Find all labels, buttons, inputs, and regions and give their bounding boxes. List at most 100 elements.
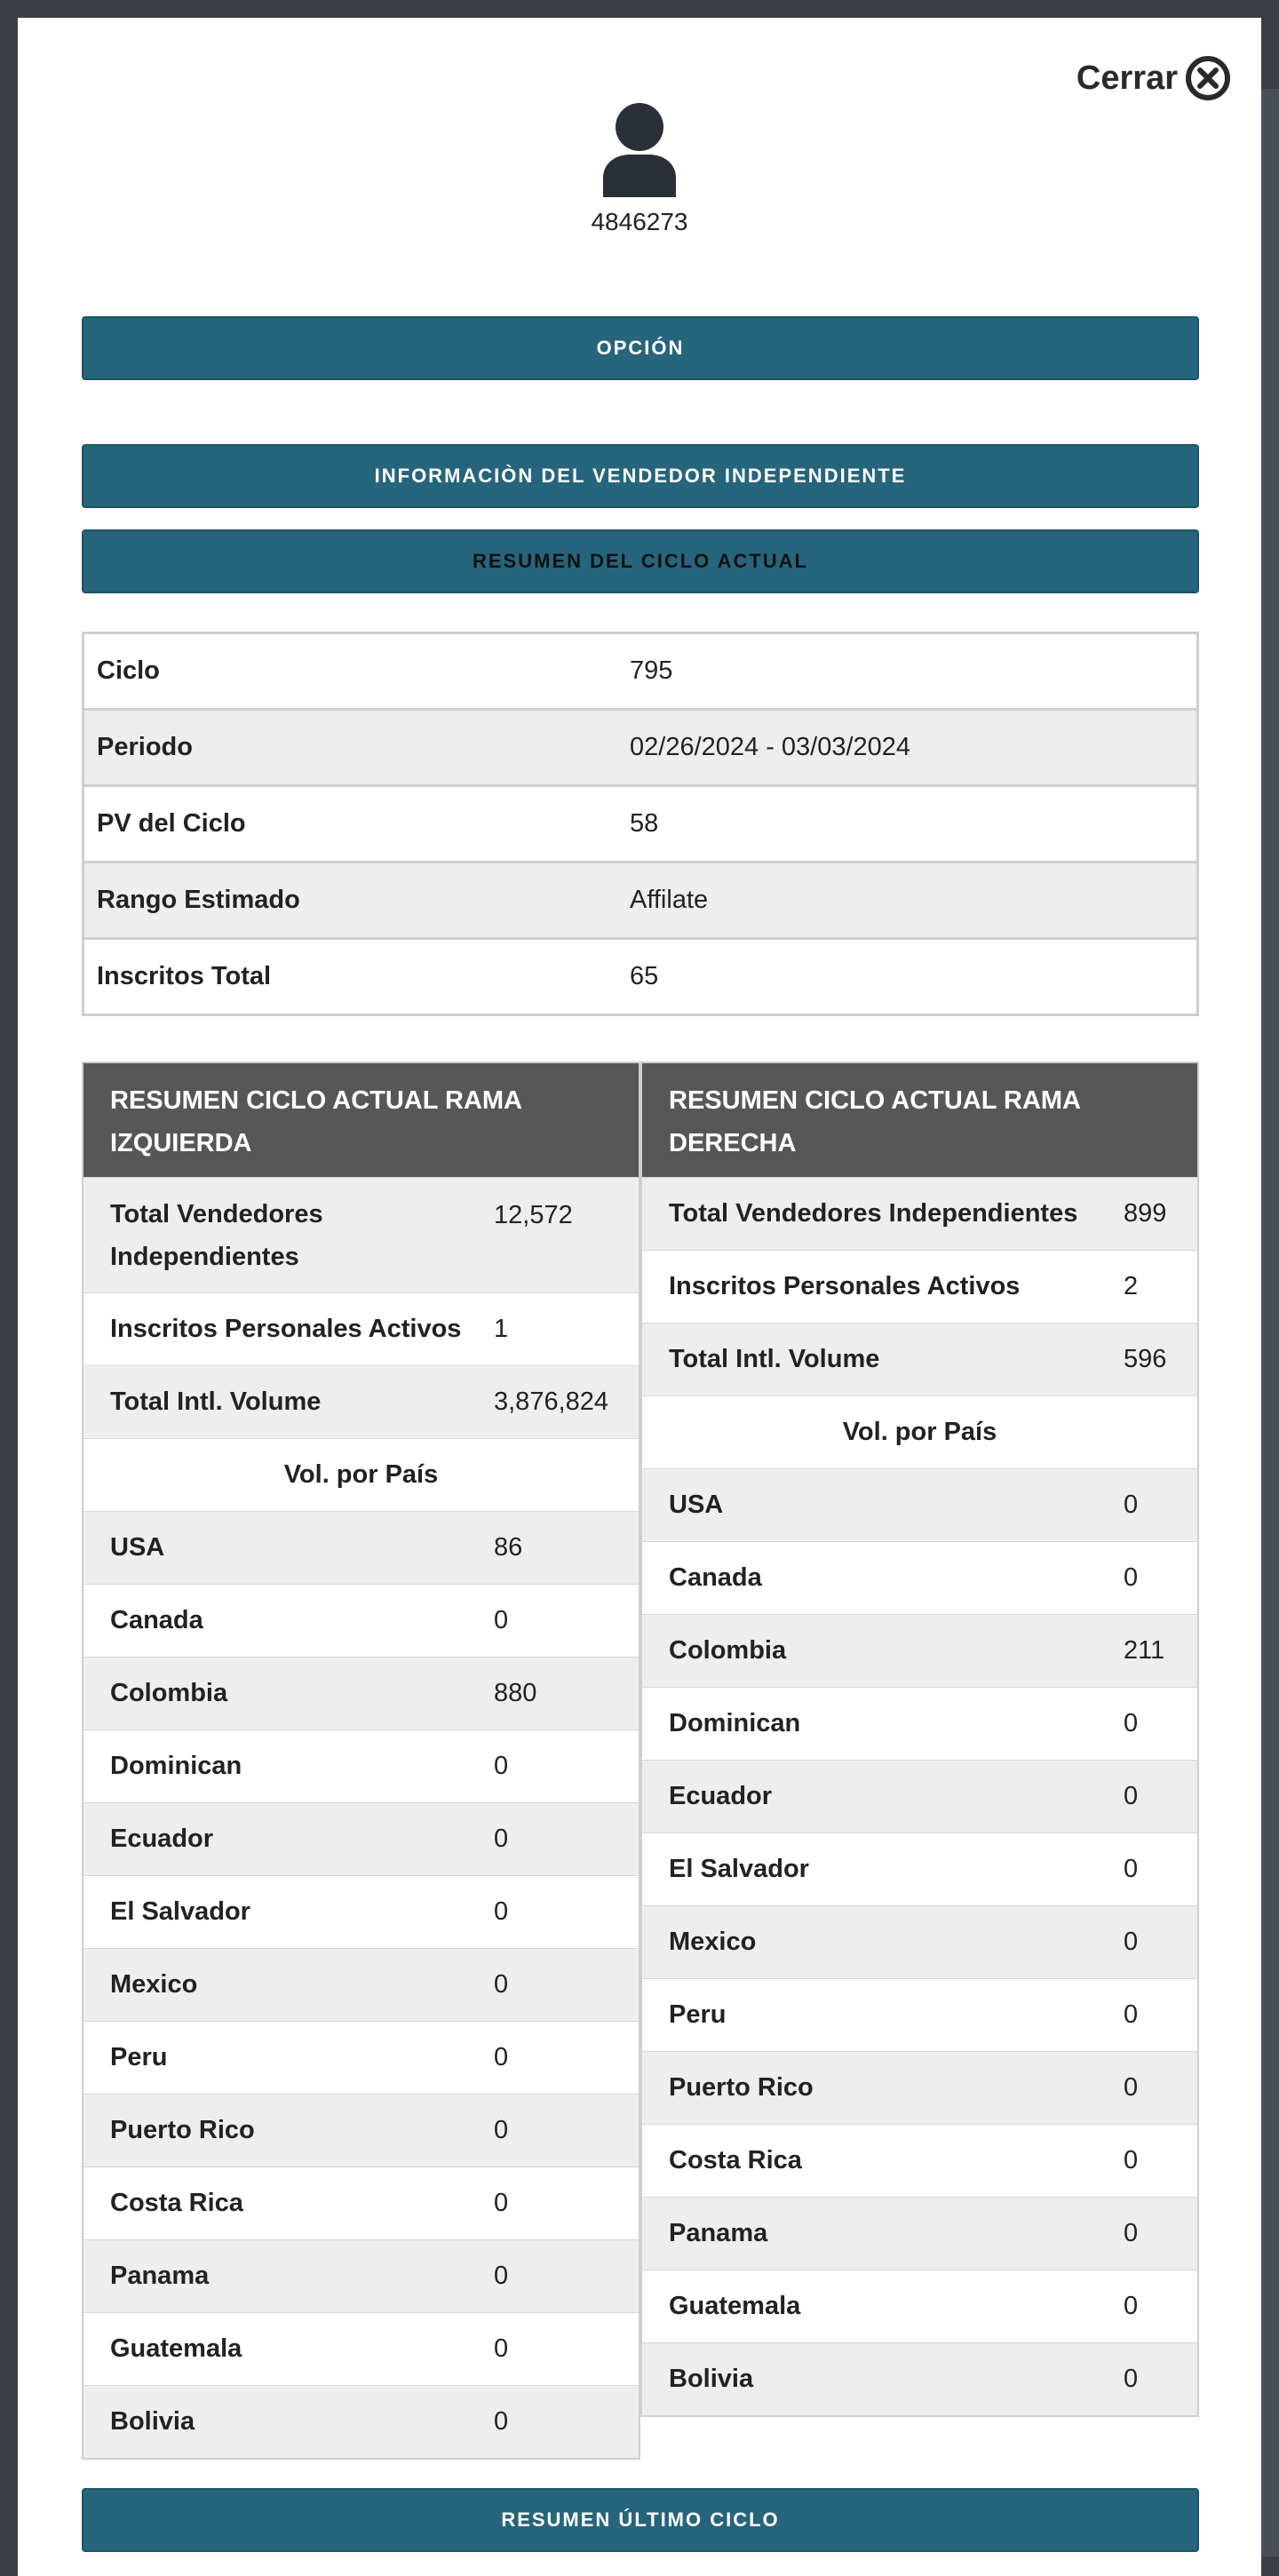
summary-label: Inscritos Total bbox=[97, 962, 272, 990]
country-name: Puerto Rico bbox=[669, 2073, 814, 2102]
summary-value: 58 bbox=[630, 809, 659, 838]
table-row: Total Vendedores Independientes 899 bbox=[642, 1177, 1197, 1250]
summary-label: Ciclo bbox=[97, 656, 160, 685]
vol-by-country-heading: Vol. por País bbox=[83, 1438, 639, 1511]
country-value: 0 bbox=[1124, 2146, 1139, 2174]
country-name: Bolivia bbox=[110, 2407, 195, 2436]
country-name: Costa Rica bbox=[669, 2146, 802, 2174]
table-row: Costa Rica 0 bbox=[83, 2167, 639, 2239]
country-value: 0 bbox=[1124, 1928, 1139, 1956]
table-row: Costa Rica 0 bbox=[642, 2124, 1197, 2197]
row-value: 1 bbox=[494, 1315, 509, 1343]
country-name: Canada bbox=[669, 1563, 762, 1592]
table-row: Panama 0 bbox=[642, 2197, 1197, 2270]
user-avatar-icon bbox=[603, 103, 676, 197]
summary-row-enrolled: Inscritos Total 65 bbox=[84, 940, 1196, 1014]
country-name: Mexico bbox=[110, 1970, 198, 1999]
country-name: El Salvador bbox=[110, 1897, 250, 1926]
country-value: 0 bbox=[494, 1970, 509, 1999]
summary-label: Rango Estimado bbox=[97, 886, 300, 914]
table-row: Canada 0 bbox=[642, 1541, 1197, 1614]
country-name: USA bbox=[110, 1533, 165, 1562]
table-row: Panama 0 bbox=[83, 2239, 639, 2312]
current-cycle-summary-table: Ciclo 795 Periodo 02/26/2024 - 03/03/202… bbox=[82, 632, 1199, 1016]
row-label: Inscritos Personales Activos bbox=[110, 1315, 462, 1343]
table-row: Guatemala 0 bbox=[83, 2312, 639, 2385]
country-name: Guatemala bbox=[110, 2334, 242, 2363]
country-name: Canada bbox=[110, 1606, 203, 1634]
current-cycle-summary-button[interactable]: RESUMEN DEL CICLO ACTUAL bbox=[82, 529, 1199, 593]
table-row: Total Intl. Volume 3,876,824 bbox=[83, 1365, 639, 1438]
country-value: 0 bbox=[494, 1825, 509, 1853]
row-value: 2 bbox=[1124, 1272, 1139, 1300]
country-value: 0 bbox=[1124, 2365, 1139, 2393]
backdrop-strip bbox=[1261, 89, 1279, 2556]
table-row: Guatemala 0 bbox=[642, 2270, 1197, 2342]
table-row: Puerto Rico 0 bbox=[642, 2051, 1197, 2124]
country-name: Dominican bbox=[669, 1709, 801, 1737]
table-row: Bolivia 0 bbox=[83, 2385, 639, 2458]
summary-value: 795 bbox=[630, 656, 673, 685]
table-row: Dominican 0 bbox=[83, 1729, 639, 1802]
country-name: Ecuador bbox=[669, 1782, 773, 1810]
country-value: 86 bbox=[494, 1533, 523, 1562]
country-value: 0 bbox=[494, 1752, 509, 1780]
country-value: 0 bbox=[1124, 1855, 1139, 1883]
row-value: 596 bbox=[1124, 1345, 1167, 1373]
table-row: USA 0 bbox=[642, 1468, 1197, 1541]
country-value: 0 bbox=[1124, 2000, 1139, 2029]
country-name: Puerto Rico bbox=[110, 2116, 255, 2144]
table-row: Colombia 880 bbox=[83, 1657, 639, 1729]
table-row: Peru 0 bbox=[83, 2021, 639, 2094]
country-name: Colombia bbox=[110, 1679, 228, 1707]
table-row: Ecuador 0 bbox=[83, 1802, 639, 1875]
vendor-info-button[interactable]: INFORMACIÒN DEL VENDEDOR INDEPENDIENTE bbox=[82, 444, 1199, 508]
table-row: Total Intl. Volume 596 bbox=[642, 1323, 1197, 1395]
country-value: 0 bbox=[1124, 1563, 1139, 1592]
country-name: Panama bbox=[669, 2219, 768, 2247]
country-value: 0 bbox=[494, 2116, 509, 2144]
row-label: Total Intl. Volume bbox=[669, 1345, 880, 1373]
summary-value: 02/26/2024 - 03/03/2024 bbox=[630, 733, 911, 761]
summary-value: Affilate bbox=[630, 886, 709, 914]
summary-row-period: Periodo 02/26/2024 - 03/03/2024 bbox=[84, 711, 1196, 787]
country-value: 0 bbox=[1124, 2219, 1139, 2247]
country-value: 0 bbox=[494, 2043, 509, 2071]
country-name: Costa Rica bbox=[110, 2189, 243, 2217]
row-value: 3,876,824 bbox=[494, 1387, 609, 1416]
table-row: Inscritos Personales Activos 1 bbox=[83, 1292, 639, 1365]
summary-value: 65 bbox=[630, 962, 659, 990]
country-name: Panama bbox=[110, 2262, 210, 2290]
right-branch-title: RESUMEN CICLO ACTUAL RAMA DERECHA bbox=[642, 1063, 1197, 1177]
profile-header: 4846273 bbox=[18, 103, 1261, 236]
country-value: 0 bbox=[494, 2407, 509, 2436]
country-name: Dominican bbox=[110, 1752, 242, 1780]
row-label: Total Vendedores Independientes bbox=[110, 1199, 323, 1271]
country-value: 211 bbox=[1124, 1636, 1165, 1665]
summary-row-rank: Rango Estimado Affilate bbox=[84, 863, 1196, 940]
country-name: Guatemala bbox=[669, 2292, 801, 2320]
table-row: Peru 0 bbox=[642, 1978, 1197, 2051]
summary-row-cycle: Ciclo 795 bbox=[84, 634, 1196, 711]
table-row: Ecuador 0 bbox=[642, 1760, 1197, 1833]
country-name: Peru bbox=[669, 2000, 727, 2029]
last-cycle-summary-button[interactable]: RESUMEN ÚLTIMO CICLO bbox=[82, 2488, 1199, 2552]
table-row: Colombia 211 bbox=[642, 1614, 1197, 1687]
summary-label: Periodo bbox=[97, 733, 193, 761]
option-button[interactable]: OPCIÓN bbox=[82, 316, 1199, 380]
member-detail-modal: Cerrar 4846273 OPCIÓN INFORMACIÒN DEL VE… bbox=[18, 18, 1261, 2576]
country-value: 0 bbox=[1124, 1709, 1139, 1737]
table-row: El Salvador 0 bbox=[83, 1875, 639, 1948]
table-row: Inscritos Personales Activos 2 bbox=[642, 1250, 1197, 1323]
country-name: Bolivia bbox=[669, 2365, 754, 2393]
close-button[interactable]: Cerrar bbox=[1076, 55, 1231, 101]
row-label: Total Vendedores Independientes bbox=[669, 1199, 1078, 1228]
row-label: Total Intl. Volume bbox=[110, 1387, 322, 1416]
table-row: Puerto Rico 0 bbox=[83, 2094, 639, 2167]
summary-row-pv: PV del Ciclo 58 bbox=[84, 787, 1196, 863]
country-name: Ecuador bbox=[110, 1825, 214, 1853]
close-circle-icon bbox=[1186, 56, 1230, 100]
table-row: USA 86 bbox=[83, 1511, 639, 1584]
table-row: El Salvador 0 bbox=[642, 1833, 1197, 1905]
country-value: 0 bbox=[1124, 1491, 1139, 1519]
